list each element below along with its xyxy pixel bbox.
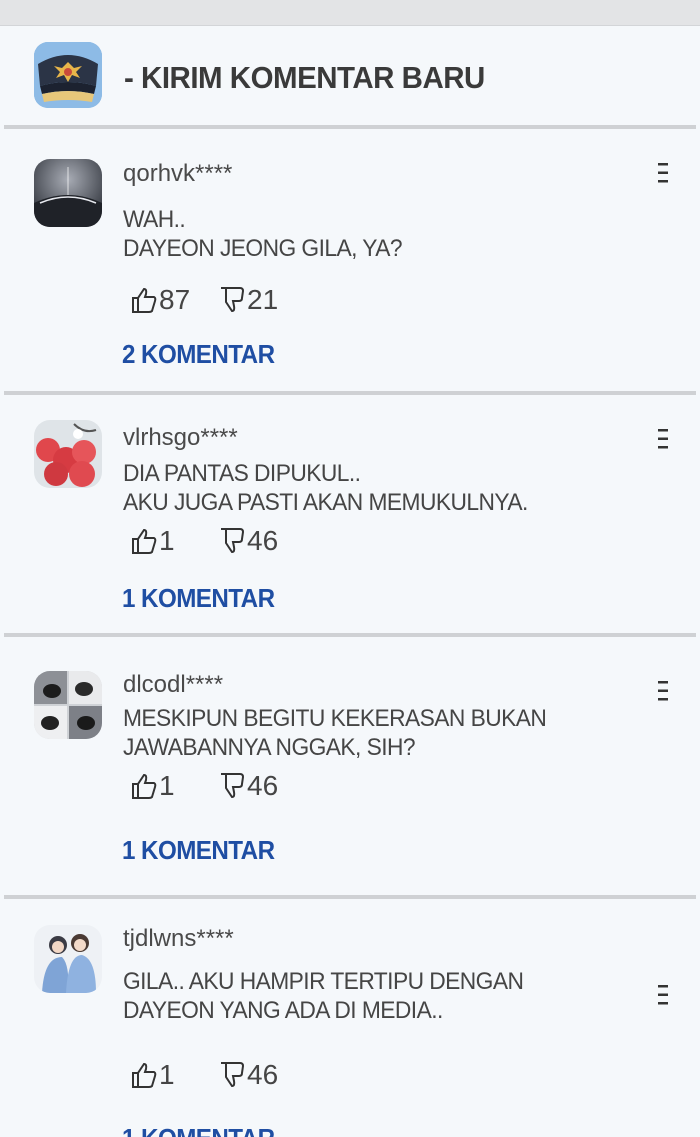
thumbs-down-icon [221, 1062, 245, 1088]
comment-text: DIA PANTAS DIPUKUL.. AKU JUGA PASTI AKAN… [123, 459, 607, 517]
dislike-button[interactable]: 46 [218, 1059, 278, 1091]
dislike-button[interactable]: 46 [218, 525, 278, 557]
dislike-count: 46 [247, 770, 279, 801]
comment-item: tjdlwns**** GILA.. AKU HAMPIR TERTIPU DE… [0, 899, 700, 1137]
replies-link[interactable]: 1 KOMENTAR [122, 583, 275, 614]
like-button[interactable]: 87 [130, 284, 190, 316]
thumbs-up-icon [132, 528, 157, 554]
comment-item: qorhvk**** WAH.. DAYEON JEONG GILA, YA? … [0, 129, 700, 392]
thumbs-down-icon [221, 287, 245, 313]
username[interactable]: tjdlwns**** [123, 925, 234, 953]
username[interactable]: qorhvk**** [123, 160, 232, 188]
replies-link[interactable]: 1 KOMENTAR [122, 835, 275, 866]
comment-header: - KIRIM KOMENTAR BARU [0, 26, 700, 128]
comment-line: DIA PANTAS DIPUKUL.. [123, 460, 361, 487]
like-button[interactable]: 1 [130, 770, 175, 802]
avatar[interactable] [34, 925, 102, 993]
new-comment-title[interactable]: - KIRIM KOMENTAR BARU [124, 60, 485, 96]
thumbs-up-icon [132, 773, 157, 799]
police-cap-icon[interactable] [34, 42, 102, 108]
comment-line: MESKIPUN BEGITU KEKERASAN BUKAN [123, 705, 547, 732]
like-count: 1 [159, 770, 175, 801]
username[interactable]: vlrhsgo**** [123, 424, 238, 452]
thumbs-up-icon [132, 1062, 157, 1088]
comment-text: WAH.. DAYEON JEONG GILA, YA? [123, 205, 607, 263]
like-count: 87 [159, 284, 191, 315]
comment-item: dlcodl**** MESKIPUN BEGITU KEKERASAN BUK… [0, 637, 700, 895]
comment-line: DAYEON YANG ADA DI MEDIA.. [123, 997, 443, 1024]
comment-line: WAH.. [123, 206, 186, 233]
thumbs-up-icon [132, 287, 157, 313]
more-options-icon[interactable] [655, 427, 671, 451]
more-options-icon[interactable] [655, 983, 671, 1007]
more-options-icon[interactable] [655, 679, 671, 703]
dislike-count: 46 [247, 525, 279, 556]
replies-link[interactable]: 2 KOMENTAR [122, 339, 275, 370]
avatar[interactable] [34, 159, 102, 227]
thumbs-down-icon [221, 528, 245, 554]
comment-line: JAWABANNYA NGGAK, SIH? [123, 734, 416, 761]
comment-line: GILA.. AKU HAMPIR TERTIPU DENGAN [123, 968, 524, 995]
dislike-count: 46 [247, 1059, 279, 1090]
more-options-icon[interactable] [655, 161, 671, 185]
replies-link[interactable]: 1 KOMENTAR [122, 1123, 275, 1137]
like-count: 1 [159, 1059, 175, 1090]
avatar[interactable] [34, 420, 102, 488]
comment-line: AKU JUGA PASTI AKAN MEMUKULNYA. [123, 489, 528, 516]
avatar[interactable] [34, 671, 102, 739]
comment-item: vlrhsgo**** DIA PANTAS DIPUKUL.. AKU JUG… [0, 395, 700, 633]
comment-line: DAYEON JEONG GILA, YA? [123, 235, 403, 262]
like-count: 1 [159, 525, 175, 556]
comment-text: MESKIPUN BEGITU KEKERASAN BUKAN JAWABANN… [123, 704, 607, 762]
comment-text: GILA.. AKU HAMPIR TERTIPU DENGAN DAYEON … [123, 967, 607, 1025]
username[interactable]: dlcodl**** [123, 671, 223, 699]
dislike-button[interactable]: 21 [218, 284, 278, 316]
top-scroll-edge [0, 0, 700, 26]
like-button[interactable]: 1 [130, 1059, 175, 1091]
dislike-button[interactable]: 46 [218, 770, 278, 802]
dislike-count: 21 [247, 284, 279, 315]
like-button[interactable]: 1 [130, 525, 175, 557]
thumbs-down-icon [221, 773, 245, 799]
